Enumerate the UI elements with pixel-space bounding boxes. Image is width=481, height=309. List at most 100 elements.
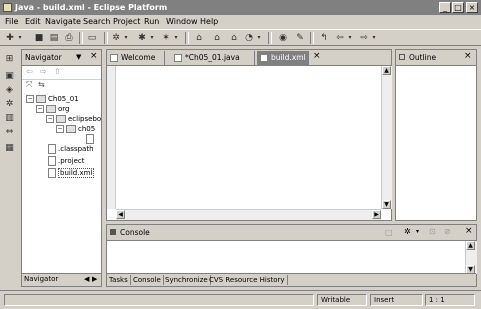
open-type-icon[interactable]: ▭ [86,32,98,44]
navigator-bottom-tab[interactable]: Navigator [24,275,58,283]
menu-navigate[interactable]: Navigate [45,17,81,26]
tree-item-project[interactable]: − Ch05_01 [26,94,79,104]
new-interface-icon[interactable]: ◔ [243,32,255,44]
back-icon[interactable]: ⇦ [334,32,346,44]
tree-item-file[interactable]: .project [48,156,85,166]
scroll-left-icon[interactable]: ◀ [84,275,89,283]
collapse-icon[interactable]: − [36,105,44,113]
scroll-left-icon[interactable]: ◀ [116,210,125,219]
remove-console-icon[interactable]: ⊘ [444,227,451,236]
tab-cvs-resource-history[interactable]: CVS Resource History [207,275,288,285]
console-output[interactable] [107,241,465,274]
debug-icon[interactable]: ✲ [110,32,122,44]
menu-edit[interactable]: Edit [25,17,41,26]
tab-tasks[interactable]: Tasks [107,275,131,285]
tree-item-folder[interactable]: − org [36,104,69,114]
back-dropdown-icon[interactable]: ▾ [347,32,353,44]
collapse-icon[interactable]: − [46,115,54,123]
welcome-icon [110,54,118,62]
new-dropdown-icon[interactable]: ▾ [17,32,23,44]
tab-build-xml[interactable]: build.xml [257,51,309,65]
team-sync-icon[interactable]: ⇔ [4,127,15,138]
debug-dropdown-icon[interactable]: ▾ [123,32,129,44]
tab-console[interactable]: Console [131,275,164,285]
cvs-perspective-icon[interactable]: ▦ [4,143,15,154]
tree-item-file[interactable]: .classpath [48,144,94,154]
save-all-icon[interactable]: ▤ [48,32,60,44]
status-bar: Writable Insert 1 : 1 [0,290,481,309]
tree-item-file[interactable] [86,134,96,144]
close-icon[interactable]: × [464,52,472,61]
run-dropdown-icon[interactable]: ▾ [149,32,155,44]
java-browsing-icon[interactable]: ▥ [4,113,15,124]
forward-icon[interactable]: ⇨ [40,67,47,76]
outline-title: Outline [409,53,437,62]
menu-run[interactable]: Run [144,17,159,26]
new-class-icon[interactable]: ⌂ [228,32,240,44]
new-package-icon[interactable]: ⌂ [211,32,223,44]
open-perspective-icon[interactable]: ⊞ [4,54,15,65]
console-vertical-scrollbar[interactable]: ▲ ▼ [465,241,477,274]
search-icon[interactable]: ✎ [294,32,306,44]
scroll-down-icon[interactable]: ▼ [382,200,391,209]
menu-help[interactable]: Help [200,17,218,26]
print-icon[interactable]: ⎙ [63,32,75,44]
editor-horizontal-scrollbar[interactable]: ◀ ▶ [116,209,381,220]
debug-perspective-icon[interactable]: ✲ [4,99,15,110]
close-tab-icon[interactable]: × [313,52,321,61]
menu-search[interactable]: Search [83,17,110,26]
view-menu-icon[interactable]: ▼ [76,53,81,61]
java-file-icon [174,54,182,62]
tree-item-file-selected[interactable]: build.xml [48,168,95,178]
editor-vertical-scrollbar[interactable]: ▲ ▼ [381,66,392,209]
menu-file[interactable]: File [5,17,18,26]
scroll-right-icon[interactable]: ▶ [372,210,381,219]
collapse-icon[interactable]: − [26,95,34,103]
menu-bar: File Edit Navigate Search Project Run Wi… [0,15,481,29]
java-perspective-icon[interactable]: ◈ [4,85,15,96]
status-insert-mode: Insert [370,294,423,306]
outline-view: Outline × [395,49,477,221]
scroll-up-icon[interactable]: ▲ [466,241,475,250]
open-resource-icon[interactable]: ◉ [277,32,289,44]
forward-dropdown-icon[interactable]: ▾ [371,32,377,44]
display-selected-console-icon[interactable]: ✲ [404,227,411,236]
minimize-button[interactable]: _ [439,2,451,13]
menu-project[interactable]: Project [113,17,140,26]
tree-item-folder[interactable]: − eclipsebo [46,114,101,124]
forward-icon[interactable]: ⇨ [358,32,370,44]
tab-welcome[interactable]: Welcome [107,51,165,65]
status-writable: Writable [317,294,367,306]
run-icon[interactable]: ✱ [136,32,148,44]
clear-console-icon[interactable]: □ [385,228,393,237]
up-icon[interactable]: ⇧ [54,67,61,76]
back-icon[interactable]: ⇦ [26,67,33,76]
navigator-view: Navigator ▼ × ⇦ ⇨ ⇧ ⤧ ⇆ − Ch05_01 − org − e… [21,49,102,287]
collapse-icon[interactable]: − [56,125,64,133]
editor-text-area[interactable] [116,66,380,209]
tab-ch05-java[interactable]: *Ch05_01.java [171,51,255,65]
close-icon[interactable]: × [465,227,473,236]
tab-synchronize[interactable]: Synchronize [163,275,211,285]
resource-perspective-icon[interactable]: ▣ [4,71,15,82]
console-dropdown-icon[interactable]: ▾ [416,228,419,235]
tree-item-folder[interactable]: − ch05 [56,124,95,134]
scroll-right-icon[interactable]: ▶ [92,275,97,283]
close-window-button[interactable]: × [466,2,478,13]
maximize-button[interactable]: □ [452,2,464,13]
close-icon[interactable]: × [90,52,98,61]
save-icon[interactable]: ■ [33,32,45,44]
link-editor-icon[interactable]: ⇆ [38,80,45,89]
scroll-up-icon[interactable]: ▲ [382,66,391,75]
menu-window[interactable]: Window [166,17,198,26]
external-tools-icon[interactable]: ✶ [160,32,172,44]
pin-console-icon[interactable]: ⊡ [429,227,436,236]
xml-file-icon [260,54,268,62]
new-icon[interactable]: ✚ [4,32,16,44]
editor-tabs: Welcome *Ch05_01.java build.xml × [107,50,391,66]
last-edit-icon[interactable]: ↰ [318,32,330,44]
new-java-project-icon[interactable]: ⌂ [193,32,205,44]
external-tools-dropdown-icon[interactable]: ▾ [173,32,179,44]
new-dropdown-2-icon[interactable]: ▾ [256,32,262,44]
collapse-all-icon[interactable]: ⤧ [26,80,32,90]
